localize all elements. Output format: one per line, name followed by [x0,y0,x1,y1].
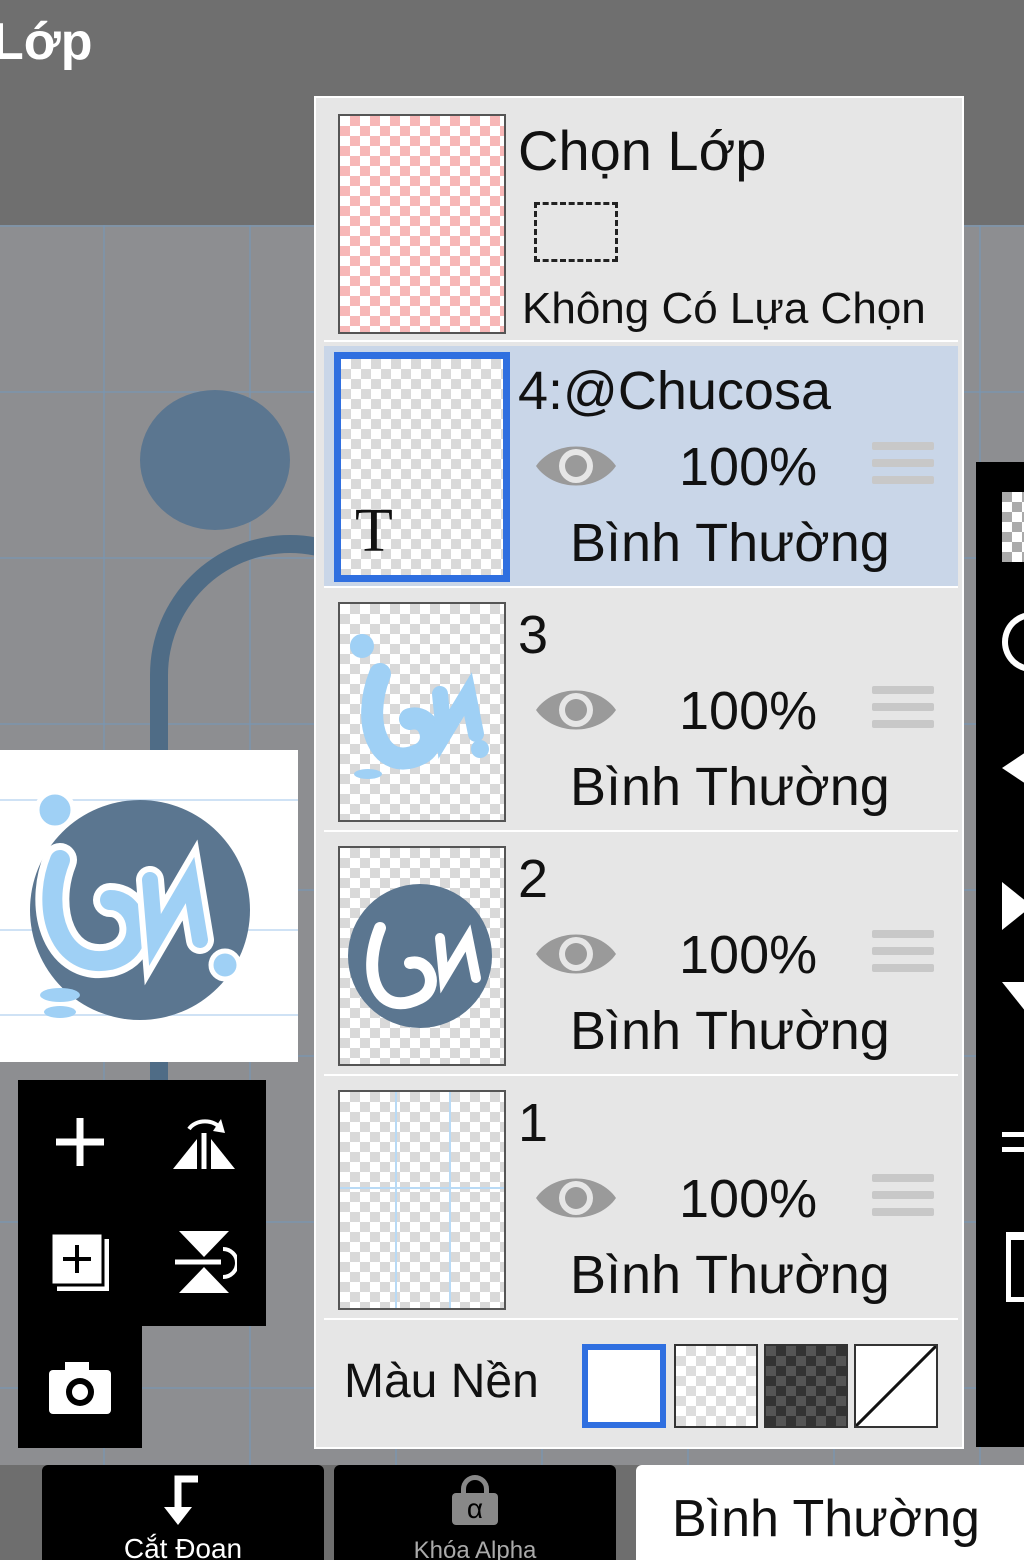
layer-blend-mode: Bình Thường [570,1245,890,1305]
drag-handle-icon[interactable] [872,930,934,980]
clipping-label: Cắt Đoạn [123,1533,243,1560]
layer-tools-extra [18,1326,142,1448]
drag-handle-icon[interactable] [872,442,934,492]
add-layer-button[interactable] [40,1102,120,1182]
text-layer-icon: T [355,497,393,565]
lines-icon[interactable] [1002,1132,1024,1152]
play-icon[interactable] [1002,882,1024,930]
layer-opacity[interactable]: 100% [679,436,817,498]
page-title: Lớp [0,13,93,71]
merge-icon[interactable] [1002,982,1024,1012]
rotate-icon[interactable] [1002,612,1024,672]
artwork-dot [140,390,290,530]
alpha-lock-label: Khóa Alpha [413,1537,537,1560]
right-toolbar [976,462,1024,1447]
flip-horizontal-icon [173,1119,235,1169]
arrow-left-icon[interactable] [1002,752,1024,784]
duplicate-layer-button[interactable] [40,1222,120,1302]
lock-icon: α [452,1475,498,1525]
artwork-preview-image [0,789,298,1020]
layer-opacity[interactable]: 100% [679,1168,817,1230]
layer-2-art [348,884,492,1028]
bottom-bar: Cắt Đoạn α Khóa Alpha Bình Thường [0,1465,1024,1560]
drag-handle-icon[interactable] [872,686,934,736]
layer-row[interactable]: 2 100% Bình Thường [324,834,958,1076]
visibility-eye-icon[interactable] [534,1170,618,1226]
selection-subtitle: Không Có Lựa Chọn [522,284,926,333]
clip-arrow-icon [164,1475,198,1525]
flip-horizontal-button[interactable] [164,1102,244,1182]
visibility-eye-icon[interactable] [534,682,618,738]
layer-thumbnail [338,602,506,822]
flip-vertical-button[interactable] [164,1222,244,1302]
layer-3-art [350,634,489,779]
drag-handle-icon[interactable] [872,1174,934,1224]
layer-blend-mode: Bình Thường [570,513,890,573]
checker-icon[interactable] [1002,492,1024,562]
clipping-button[interactable]: Cắt Đoạn [42,1465,324,1560]
layer-row[interactable]: T 4:@Chucosa 100% Bình Thường [324,346,958,588]
background-label: Màu Nền [344,1355,539,1408]
layer-thumbnail [338,846,506,1066]
alpha-lock-button[interactable]: α Khóa Alpha [334,1465,616,1560]
diagonal-line-icon [854,1344,938,1428]
selection-thumbnail [338,114,506,334]
canvas-preview [0,750,298,1062]
background-color-row: Màu Nền [324,1324,958,1444]
layer-blend-mode: Bình Thường [570,757,890,817]
layer-row[interactable]: 3 100% Bình Thường [324,590,958,832]
camera-button[interactable] [40,1348,120,1428]
layer-opacity[interactable]: 100% [679,924,817,986]
visibility-eye-icon[interactable] [534,438,618,494]
blend-mode-value: Bình Thường [672,1490,980,1548]
layer-row[interactable]: 1 100% Bình Thường [324,1078,958,1320]
camera-icon [49,1362,111,1414]
background-dark-checker-option[interactable] [764,1344,848,1428]
background-white-option[interactable] [582,1344,666,1428]
layer-name: 1 [518,1093,549,1153]
layer-opacity[interactable]: 100% [679,680,817,742]
layer-thumbnail: T [334,352,510,582]
duplicate-icon [49,1231,109,1291]
marquee-icon [534,202,618,262]
layer-blend-mode: Bình Thường [570,1001,890,1061]
flip-vertical-icon [175,1231,237,1293]
background-transparent-option[interactable] [674,1344,758,1428]
selection-layer-row[interactable]: Chọn Lớp Không Có Lựa Chọn [324,106,958,342]
blend-mode-selector[interactable]: Bình Thường [636,1465,1024,1560]
layer-1-guides [340,1092,504,1308]
background-none-option[interactable] [854,1344,938,1428]
layer-name: 4:@Chucosa [518,361,831,421]
layer-thumbnail [338,1090,506,1310]
layer-panel: Chọn Lớp Không Có Lựa Chọn T 4:@Chucosa … [314,96,964,1449]
trash-icon[interactable] [1006,1232,1024,1302]
layer-name: 2 [518,849,549,909]
layer-name: 3 [518,605,549,665]
plus-icon [56,1118,104,1166]
visibility-eye-icon[interactable] [534,926,618,982]
layer-tools [18,1080,266,1326]
selection-title: Chọn Lớp [518,119,767,182]
